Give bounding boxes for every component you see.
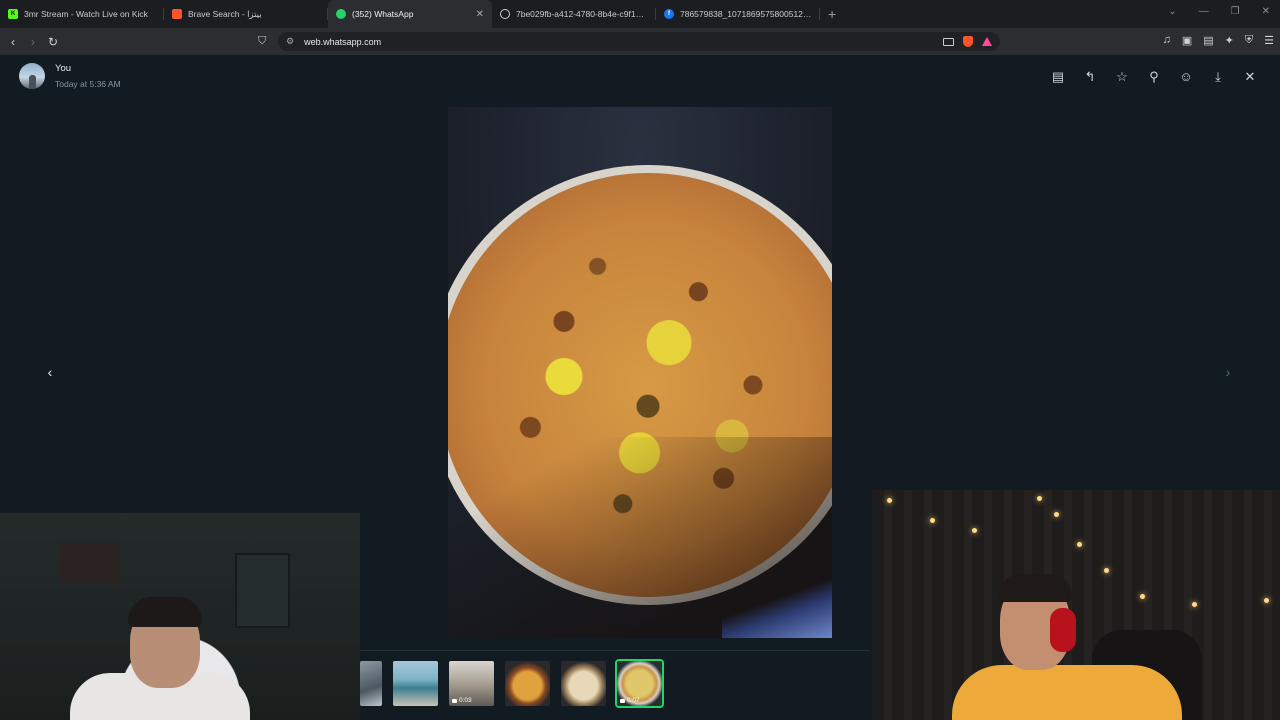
- tab-uuid[interactable]: 7be029fb-a412-4780-8b4e-c9f1d87a: [492, 0, 656, 28]
- thumbnail[interactable]: 0:03: [449, 661, 494, 706]
- site-info-icon[interactable]: ⚙: [286, 36, 294, 47]
- url-text: web.whatsapp.com: [304, 36, 382, 47]
- sidebar-icon[interactable]: ▣: [1182, 34, 1192, 47]
- close-window-icon[interactable]: ✕: [1262, 6, 1270, 17]
- tab-title: Brave Search - بيتزا: [188, 8, 262, 19]
- tab-title: (352) WhatsApp: [352, 9, 414, 19]
- music-icon[interactable]: ♫: [1163, 34, 1171, 47]
- new-tab-button[interactable]: +: [828, 6, 836, 22]
- webcam-right: [872, 490, 1280, 720]
- pin-icon[interactable]: ⚲: [1138, 67, 1170, 87]
- tab-facebook-image[interactable]: f 786579838_1071869575800512_791: [656, 0, 820, 28]
- chevron-down-icon[interactable]: ⌄: [1168, 6, 1176, 17]
- brave-rewards-icon[interactable]: [982, 37, 992, 46]
- viewer-header: You Today at 5:36 AM ▤ ↰ ☆ ⚲ ☺ ⤓ ✕: [0, 55, 1280, 100]
- sender-name: You: [55, 63, 72, 74]
- tab-brave-search[interactable]: Brave Search - بيتزا: [164, 0, 328, 28]
- close-icon[interactable]: ✕: [1234, 67, 1266, 87]
- thumbnail[interactable]: [360, 661, 382, 706]
- avatar[interactable]: [19, 63, 45, 89]
- menu-icon[interactable]: ☰: [1264, 34, 1274, 47]
- thumbnail-selected[interactable]: 0:07: [615, 659, 664, 708]
- navigation-bar: ‹ › ↻ ⛉ ⚙ web.whatsapp.com ♫ ▣ ▤ ✦ ⛨ ☰: [0, 28, 1280, 55]
- whatsapp-icon: [336, 9, 346, 19]
- tab-title: 7be029fb-a412-4780-8b4e-c9f1d87a: [516, 9, 648, 19]
- media-image: [448, 107, 832, 638]
- cast-icon[interactable]: [943, 37, 954, 46]
- emoji-icon[interactable]: ☺: [1170, 67, 1202, 87]
- next-media-button[interactable]: ›: [1218, 360, 1238, 384]
- previous-media-button[interactable]: ‹: [40, 360, 60, 384]
- video-duration: 0:07: [627, 697, 640, 704]
- minimize-icon[interactable]: —: [1199, 6, 1209, 17]
- thumbnail-strip: 0:03 0:07: [360, 659, 664, 708]
- reload-icon[interactable]: ↻: [43, 35, 63, 49]
- caption-icon[interactable]: ▤: [1042, 67, 1074, 87]
- reply-icon[interactable]: ↰: [1074, 67, 1106, 87]
- facebook-icon: f: [664, 9, 674, 19]
- vpn-icon[interactable]: ⛨: [1245, 34, 1253, 47]
- forward-icon[interactable]: ›: [23, 35, 43, 49]
- wallet-icon[interactable]: ▤: [1203, 34, 1213, 47]
- tab-kick[interactable]: K 3mr Stream - Watch Live on Kick: [0, 0, 164, 28]
- close-tab-icon[interactable]: ✕: [476, 9, 484, 20]
- message-timestamp: Today at 5:36 AM: [55, 79, 121, 89]
- thumbnail[interactable]: [393, 661, 438, 706]
- tab-strip: K 3mr Stream - Watch Live on Kick Brave …: [0, 0, 1280, 28]
- back-icon[interactable]: ‹: [3, 35, 23, 49]
- bookmark-icon[interactable]: ⛉: [258, 35, 266, 48]
- tab-title: 3mr Stream - Watch Live on Kick: [24, 9, 148, 19]
- thumbnail[interactable]: [505, 661, 550, 706]
- download-icon[interactable]: ⤓: [1202, 67, 1234, 87]
- video-icon: [620, 698, 625, 703]
- globe-icon: [500, 9, 510, 19]
- video-icon: [452, 698, 457, 703]
- leo-icon[interactable]: ✦: [1225, 34, 1234, 47]
- tab-title: 786579838_1071869575800512_791: [680, 9, 812, 19]
- webcam-left: [0, 513, 360, 720]
- viewer-actions: ▤ ↰ ☆ ⚲ ☺ ⤓ ✕: [1042, 67, 1266, 87]
- toolbar: ♫ ▣ ▤ ✦ ⛨ ☰: [1163, 34, 1274, 47]
- star-icon[interactable]: ☆: [1106, 67, 1138, 87]
- video-duration: 0:03: [459, 697, 472, 704]
- tab-whatsapp[interactable]: (352) WhatsApp ✕: [328, 0, 492, 28]
- address-bar[interactable]: ⚙ web.whatsapp.com: [278, 32, 1000, 51]
- brave-icon: [172, 9, 182, 19]
- thumbnail[interactable]: [561, 661, 606, 706]
- kick-icon: K: [8, 9, 18, 19]
- restore-icon[interactable]: ❐: [1231, 6, 1240, 17]
- brave-shields-icon[interactable]: [963, 36, 973, 47]
- window-controls: ⌄ — ❐ ✕: [1168, 6, 1270, 17]
